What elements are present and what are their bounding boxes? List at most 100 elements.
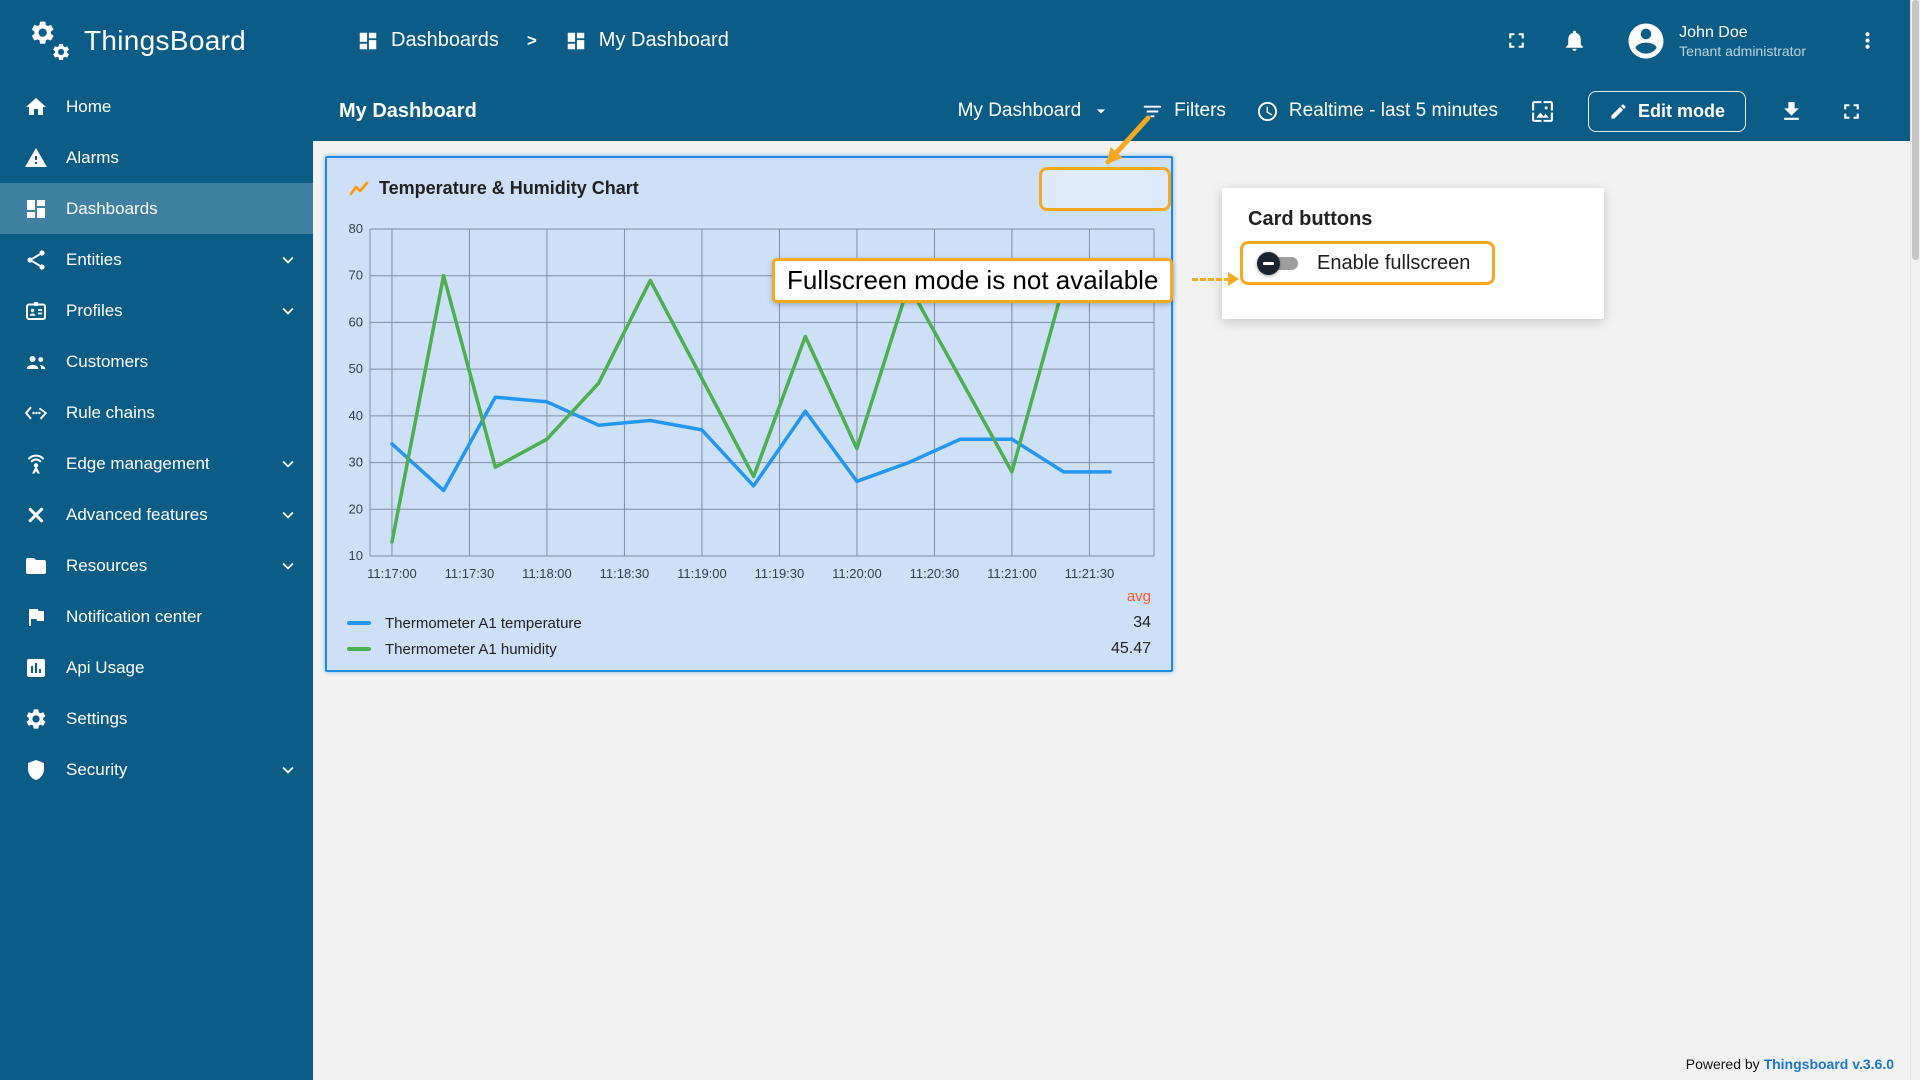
dashboards-grid-icon: [24, 197, 48, 221]
export-button[interactable]: [1776, 96, 1806, 126]
temperature-humidity-widget[interactable]: Temperature & Humidity Chart 10203040506…: [325, 156, 1173, 672]
breadcrumb: Dashboards > My Dashboard: [357, 29, 729, 52]
line-chart-icon: [349, 179, 369, 199]
temperature-series-swatch: [347, 621, 371, 625]
thingsboard-version-link[interactable]: Thingsboard v.3.6.0: [1764, 1056, 1894, 1072]
svg-text:40: 40: [349, 408, 363, 423]
breadcrumb-label: My Dashboard: [599, 29, 729, 52]
breadcrumb-dashboards[interactable]: Dashboards: [357, 29, 499, 52]
enable-fullscreen-toggle[interactable]: [1257, 251, 1301, 275]
scrollbar[interactable]: [1910, 0, 1920, 1080]
sidebar-item-label: Advanced features: [66, 505, 259, 525]
svg-text:11:20:00: 11:20:00: [832, 566, 882, 581]
sidebar-item-label: Security: [66, 760, 259, 780]
svg-text:11:18:30: 11:18:30: [600, 566, 650, 581]
legend-label: Thermometer A1 humidity: [385, 641, 557, 658]
dashboards-grid-icon: [357, 30, 379, 52]
sidebar-item-resources[interactable]: Resources: [0, 540, 313, 591]
svg-text:11:17:00: 11:17:00: [367, 566, 417, 581]
more-vert-icon: [1855, 28, 1880, 53]
legend-label: Thermometer A1 temperature: [385, 615, 582, 632]
download-icon: [1779, 99, 1804, 124]
timewindow-button[interactable]: Realtime - last 5 minutes: [1256, 100, 1498, 123]
thingsboard-logo-icon: [28, 18, 74, 64]
sidebar-item-notification-center[interactable]: Notification center: [0, 591, 313, 642]
svg-text:30: 30: [349, 455, 363, 470]
sidebar-item-dashboards[interactable]: Dashboards: [0, 183, 313, 234]
scrollbar-thumb[interactable]: [1912, 0, 1919, 260]
screenshot-button[interactable]: [1528, 96, 1558, 126]
svg-text:11:19:00: 11:19:00: [677, 566, 727, 581]
dashboard-state-label: My Dashboard: [958, 100, 1082, 122]
chevron-down-icon: [277, 504, 299, 526]
sidebar-item-label: Resources: [66, 556, 259, 576]
card-buttons-title: Card buttons: [1248, 208, 1580, 231]
sidebar-item-api-usage[interactable]: Api Usage: [0, 642, 313, 693]
legend-row-humidity[interactable]: Thermometer A1 humidity 45.47: [347, 636, 1151, 662]
callout-tooltip: Fullscreen mode is not available: [772, 258, 1173, 303]
sidebar-item-label: Notification center: [66, 607, 299, 627]
notifications-button[interactable]: [1559, 26, 1589, 56]
edge-antenna-icon: [24, 452, 48, 476]
sidebar-item-advanced-features[interactable]: Advanced features: [0, 489, 313, 540]
legend-row-temperature[interactable]: Thermometer A1 temperature 34: [347, 610, 1151, 636]
sidebar-item-label: Alarms: [66, 148, 299, 168]
edit-mode-button[interactable]: Edit mode: [1588, 91, 1746, 132]
brand-logo[interactable]: ThingsBoard: [0, 0, 313, 81]
user-role: Tenant administrator: [1679, 43, 1806, 59]
topbar: Dashboards > My Dashboard John Doe Tenan…: [313, 0, 1910, 81]
sidebar-item-profiles[interactable]: Profiles: [0, 285, 313, 336]
shield-icon: [24, 758, 48, 782]
sidebar-item-rule-chains[interactable]: Rule chains: [0, 387, 313, 438]
sidebar-item-label: Api Usage: [66, 658, 299, 678]
entities-icon: [24, 248, 48, 272]
chart-icon: [24, 656, 48, 680]
fullscreen-button[interactable]: [1501, 26, 1531, 56]
card-buttons-panel: Card buttons Enable fullscreen: [1222, 188, 1604, 319]
page-title: My Dashboard: [339, 100, 477, 123]
sidebar-item-security[interactable]: Security: [0, 744, 313, 795]
sidebar-item-settings[interactable]: Settings: [0, 693, 313, 744]
sidebar-item-alarms[interactable]: Alarms: [0, 132, 313, 183]
sidebar-item-home[interactable]: Home: [0, 81, 313, 132]
sidebar-item-label: Rule chains: [66, 403, 299, 423]
warning-icon: [24, 146, 48, 170]
powered-by: Powered by Thingsboard v.3.6.0: [1686, 1056, 1894, 1072]
sidebar-item-customers[interactable]: Customers: [0, 336, 313, 387]
profiles-badge-icon: [24, 299, 48, 323]
sidebar-item-entities[interactable]: Entities: [0, 234, 313, 285]
fullscreen-icon: [1839, 99, 1864, 124]
toolbar-fullscreen-button[interactable]: [1836, 96, 1866, 126]
avatar: [1625, 20, 1667, 62]
enable-fullscreen-toggle-row[interactable]: Enable fullscreen: [1240, 241, 1495, 285]
powered-by-text: Powered by: [1686, 1056, 1760, 1072]
gear-icon: [24, 707, 48, 731]
sidebar-item-edge-management[interactable]: Edge management: [0, 438, 313, 489]
image-icon: [1530, 99, 1555, 124]
sidebar-item-label: Profiles: [66, 301, 259, 321]
flag-icon: [24, 605, 48, 629]
svg-text:11:19:30: 11:19:30: [755, 566, 805, 581]
breadcrumb-my-dashboard[interactable]: My Dashboard: [565, 29, 729, 52]
bell-icon: [1562, 28, 1587, 53]
svg-text:70: 70: [349, 268, 363, 283]
more-menu-button[interactable]: [1852, 26, 1882, 56]
svg-text:11:21:30: 11:21:30: [1065, 566, 1115, 581]
svg-text:11:21:00: 11:21:00: [987, 566, 1037, 581]
humidity-series-swatch: [347, 647, 371, 651]
callout-connector-arrowhead: [1228, 272, 1239, 286]
chevron-down-icon: [277, 249, 299, 271]
svg-text:60: 60: [349, 314, 363, 329]
sidebar-nav: Home Alarms Dashboards Entities Profiles…: [0, 81, 313, 795]
sidebar-item-label: Entities: [66, 250, 259, 270]
chevron-down-icon: [277, 759, 299, 781]
folder-icon: [24, 554, 48, 578]
home-icon: [24, 95, 48, 119]
callout-connector-line: [1192, 278, 1230, 281]
brand-name: ThingsBoard: [84, 25, 246, 57]
sidebar-item-label: Home: [66, 97, 299, 117]
chevron-down-icon: [277, 453, 299, 475]
chevron-down-icon: [277, 300, 299, 322]
widget-title: Temperature & Humidity Chart: [379, 178, 639, 199]
user-menu[interactable]: John Doe Tenant administrator: [1625, 20, 1806, 62]
